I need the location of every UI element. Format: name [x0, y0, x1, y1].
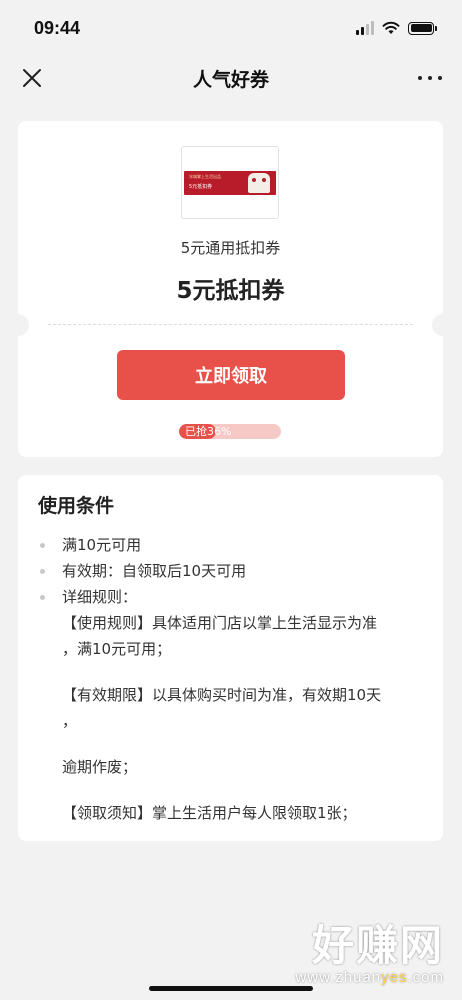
- ticket-notch-left: [18, 314, 29, 336]
- nav-bar: 人气好券: [0, 56, 462, 100]
- status-time: 09:44: [34, 17, 81, 38]
- rule-line: 逾期作废；: [62, 758, 138, 776]
- rule-line: 【有效期限】以具体购买时间为准，有效期10天: [62, 686, 382, 704]
- watermark-logo: 好赚网: [311, 921, 444, 970]
- coupon-name: 5元抵扣券: [176, 278, 285, 304]
- page-title: 人气好券: [192, 68, 269, 91]
- watermark: 好赚网 www.zhuanyes.com: [295, 921, 444, 987]
- coupon-thumbnail-line1: 冰城掌上生活出品: [189, 173, 221, 179]
- wifi-icon: [382, 21, 400, 34]
- conditions-card: 使用条件 满10元可用 有效期：自领取后10天可用 详细规则： 【使用规则】具体…: [18, 475, 443, 841]
- claim-button[interactable]: 立即领取: [117, 350, 345, 400]
- close-icon[interactable]: [20, 66, 44, 90]
- ticket-divider: [48, 324, 413, 325]
- battery-icon: [408, 21, 437, 35]
- claim-progress-text: 已抢36%: [185, 425, 232, 438]
- rule-line: 【领取须知】掌上生活用户每人限领取1张；: [62, 804, 357, 822]
- status-bar: 09:44: [0, 0, 462, 56]
- status-icons: [356, 21, 437, 35]
- condition-item: 满10元可用: [38, 532, 423, 558]
- watermark-url: www.zhuanyes.com: [295, 969, 444, 986]
- claim-progress-bar: 已抢36%: [179, 424, 281, 439]
- home-indicator: [149, 986, 313, 991]
- ticket-notch-right: [432, 314, 443, 336]
- coupon-thumbnail-line2: 5元抵扣券: [189, 183, 213, 190]
- conditions-title: 使用条件: [38, 495, 115, 517]
- rule-line: ，: [62, 712, 78, 730]
- signal-icon: [356, 21, 374, 35]
- coupon-thumbnail: 冰城掌上生活出品 5元抵扣券: [181, 146, 279, 219]
- rule-line: ，满10元可用；: [62, 640, 172, 658]
- rule-line: 【使用规则】具体适用门店以掌上生活显示为准: [62, 614, 378, 632]
- gift-box-icon: [248, 172, 270, 193]
- more-icon[interactable]: [418, 66, 442, 90]
- coupon-card: 冰城掌上生活出品 5元抵扣券 5元通用抵扣券 5元抵扣券 立即领取 已抢36%: [18, 121, 443, 457]
- coupon-subtitle: 5元通用抵扣券: [180, 239, 281, 257]
- condition-item: 详细规则：: [38, 584, 423, 610]
- condition-item: 有效期：自领取后10天可用: [38, 558, 423, 584]
- coupon-thumbnail-banner: 冰城掌上生活出品 5元抵扣券: [184, 170, 276, 195]
